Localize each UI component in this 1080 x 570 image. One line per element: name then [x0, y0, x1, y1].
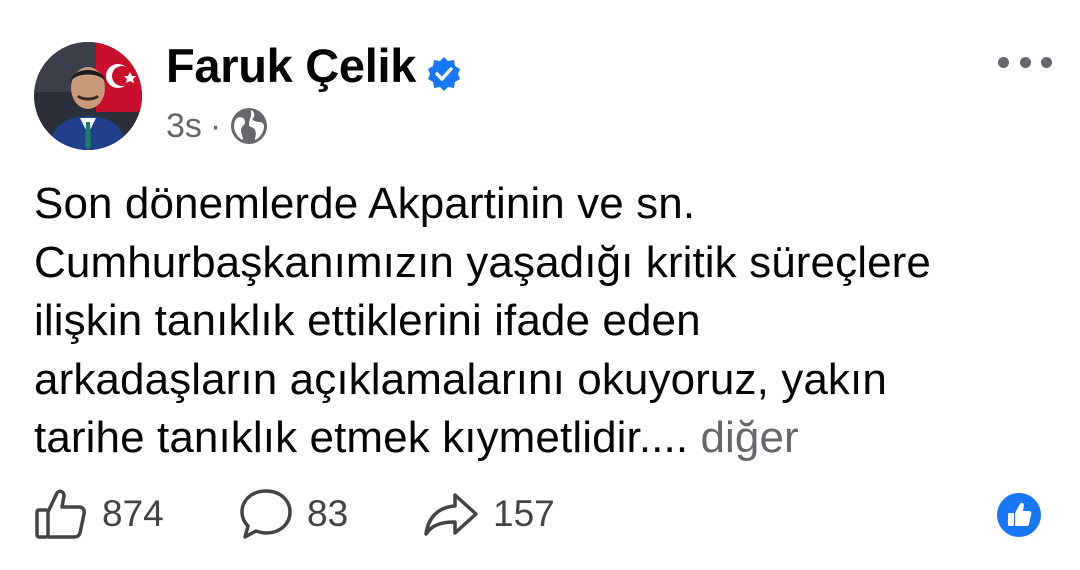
more-dot	[1041, 56, 1052, 68]
post-text-line: Cumhurbaşkanımızın yaşadığı kritik süreç…	[34, 237, 931, 287]
facebook-post: Faruk Çelik 3s · Son dönemlerde Akpartin…	[0, 0, 1080, 570]
thumbs-up-icon	[35, 489, 86, 539]
more-dot	[998, 56, 1009, 68]
author-avatar[interactable]	[34, 42, 142, 150]
globe-icon	[229, 106, 269, 146]
like-reaction-icon[interactable]	[996, 492, 1042, 538]
post-meta: 3s ·	[166, 104, 269, 148]
action-bar: 874 83 157	[34, 486, 623, 542]
share-button[interactable]: 157	[423, 491, 623, 537]
verified-badge-icon	[426, 48, 462, 91]
meta-separator: ·	[209, 107, 222, 145]
post-time[interactable]: 3s	[166, 104, 202, 148]
post-text-last-line: tarihe tanıklık etmek kıymetlidir.... di…	[34, 409, 1054, 468]
post-text-line: ilişkin tanıklık ettiklerini ifade eden	[34, 296, 701, 345]
comment-count: 83	[307, 493, 349, 534]
post-text: Son dönemlerde Akpartinin ve sn. Cumhurb…	[34, 175, 1054, 468]
more-dot	[1019, 56, 1031, 68]
see-more-link[interactable]: diğer	[700, 413, 798, 462]
share-arrow-icon	[424, 493, 478, 536]
like-button[interactable]: 874	[34, 488, 239, 540]
comment-bubble-icon	[240, 489, 292, 539]
avatar-photo	[34, 42, 142, 150]
comment-button[interactable]: 83	[239, 487, 423, 541]
post-text-line: tarihe tanıklık etmek kıymetlidir....	[34, 413, 689, 462]
share-count: 157	[493, 493, 555, 534]
like-count: 874	[102, 493, 164, 534]
author-name[interactable]: Faruk Çelik	[166, 38, 416, 94]
author-name-row: Faruk Çelik	[166, 38, 462, 94]
post-text-line: Son dönemlerde Akpartinin ve sn.	[34, 179, 696, 228]
post-text-line: arkadaşların açıklamalarını okuyoruz, ya…	[34, 354, 887, 404]
more-options-icon[interactable]	[998, 48, 1052, 76]
